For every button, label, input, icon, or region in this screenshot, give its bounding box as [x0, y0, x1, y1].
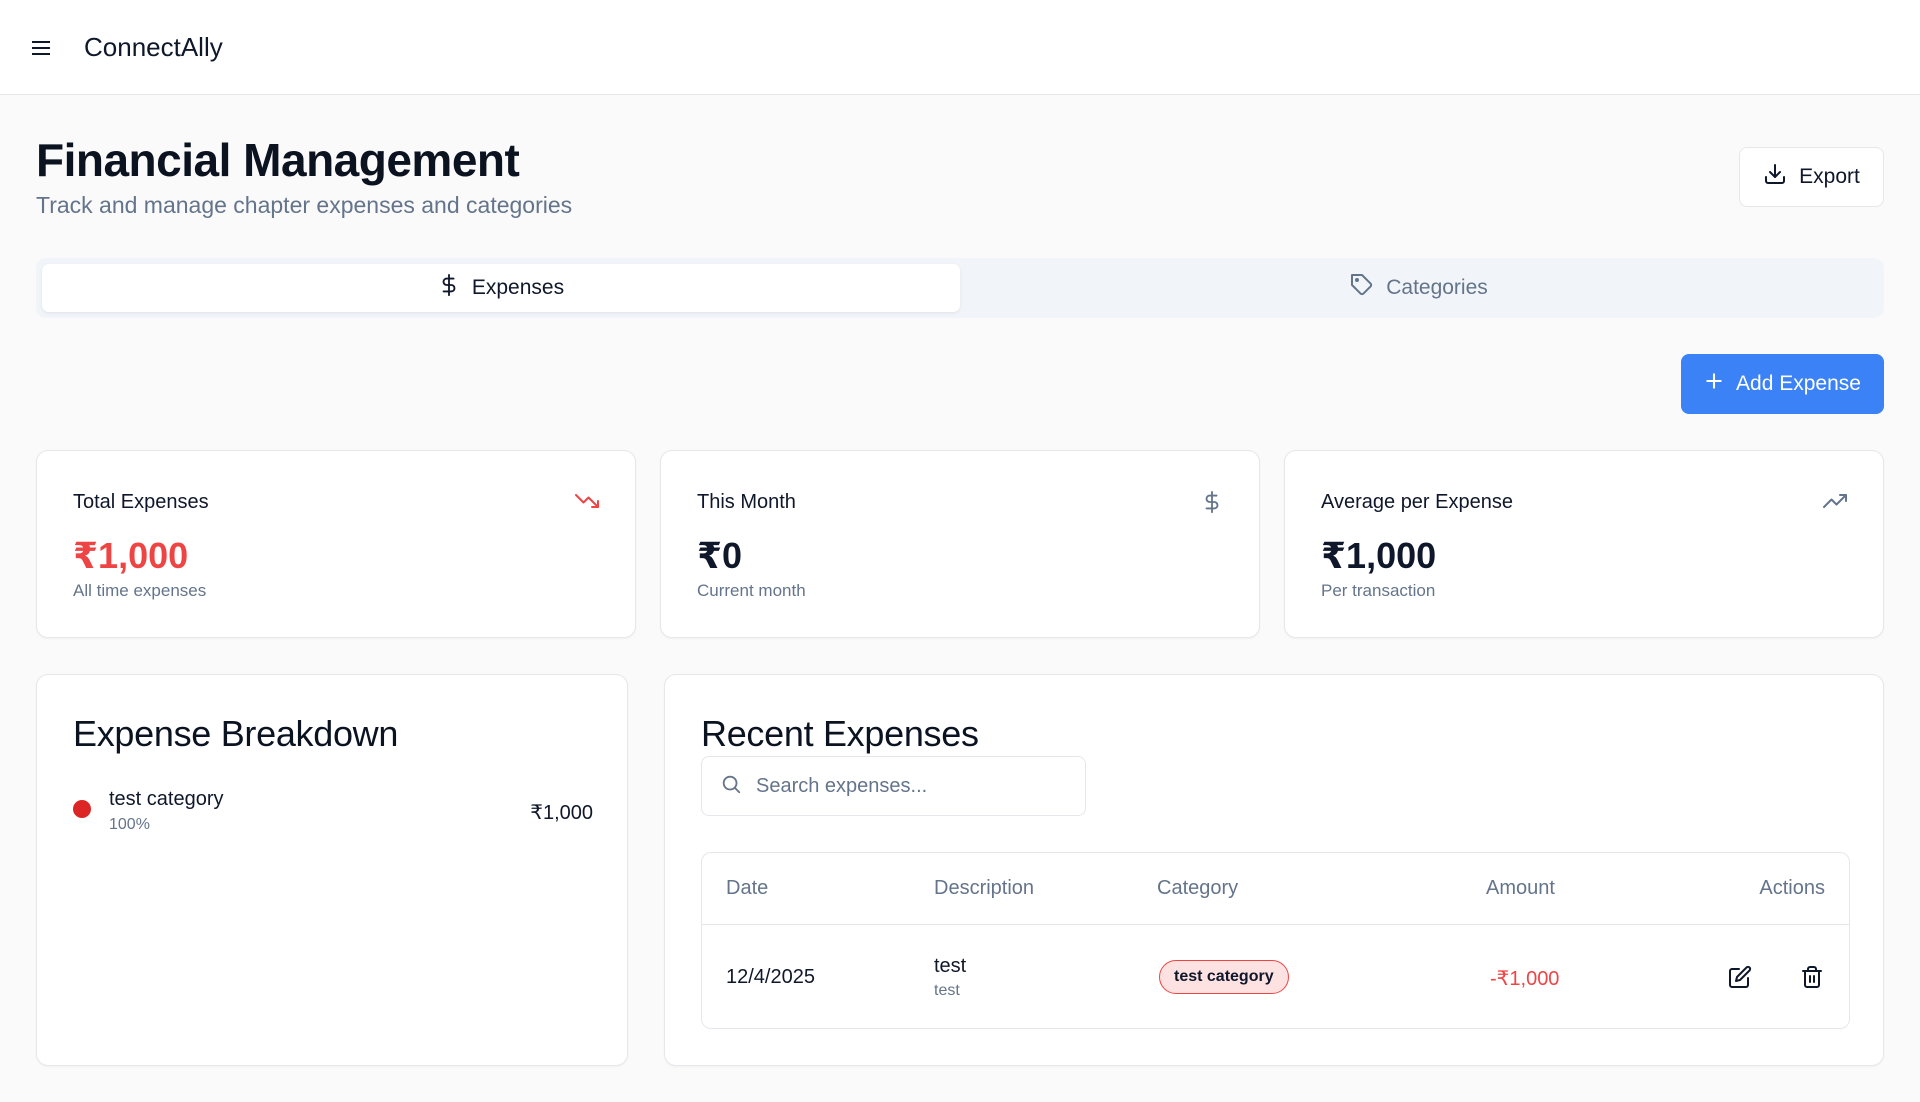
- stat-label: Total Expenses: [73, 491, 209, 513]
- page-title: Financial Management: [36, 134, 520, 186]
- app-title: ConnectAlly: [84, 32, 223, 62]
- expense-date: 12/4/2025: [726, 966, 815, 988]
- export-label: Export: [1799, 165, 1860, 188]
- stat-subtext: Per transaction: [1321, 581, 1436, 600]
- export-button[interactable]: Export: [1739, 147, 1884, 207]
- table-header: Date Description Category Amount Actions: [702, 853, 1849, 925]
- edit-icon[interactable]: [1722, 959, 1758, 995]
- stat-value: ₹1,000: [73, 535, 189, 576]
- column-header-description: Description: [934, 877, 1035, 899]
- recent-expenses-title: Recent Expenses: [701, 713, 979, 754]
- stat-subtext: All time expenses: [73, 581, 207, 600]
- trending-up-icon: [1823, 489, 1847, 518]
- table-row: 12/4/2025 test test test category -₹1,00…: [702, 926, 1849, 1028]
- download-icon: [1763, 162, 1787, 192]
- page-subtitle: Track and manage chapter expenses and ca…: [36, 192, 573, 218]
- expense-description-sub: test: [934, 982, 960, 999]
- stat-card-total-expenses: Total Expenses ₹1,000 All time expenses: [36, 450, 636, 638]
- trash-icon[interactable]: [1794, 959, 1830, 995]
- hamburger-menu-icon[interactable]: [28, 36, 56, 60]
- column-header-amount: Amount: [1486, 877, 1555, 899]
- tab-expenses-label: Expenses: [471, 276, 565, 299]
- stat-subtext: Current month: [697, 581, 806, 600]
- top-bar: ConnectAlly: [0, 0, 1920, 95]
- expense-description: test: [934, 955, 967, 977]
- dollar-icon: [438, 272, 460, 304]
- stat-value: ₹1,000: [1321, 535, 1437, 576]
- category-badge: test category: [1159, 960, 1289, 994]
- dollar-icon: [1201, 489, 1223, 520]
- plus-icon: [1704, 371, 1724, 397]
- tab-expenses[interactable]: Expenses: [42, 264, 960, 312]
- expenses-table: Date Description Category Amount Actions…: [701, 852, 1850, 1029]
- tab-categories[interactable]: Categories: [960, 264, 1878, 312]
- breakdown-percent: 100%: [109, 816, 150, 833]
- stat-value: ₹0: [697, 535, 743, 576]
- column-header-date: Date: [726, 877, 769, 899]
- stat-label: Average per Expense: [1321, 491, 1513, 513]
- add-expense-label: Add Expense: [1736, 372, 1861, 395]
- stat-card-average-per-expense: Average per Expense ₹1,000 Per transacti…: [1284, 450, 1884, 638]
- expense-breakdown-title: Expense Breakdown: [73, 713, 399, 754]
- category-color-dot: [73, 800, 91, 818]
- search-input[interactable]: [756, 774, 1056, 798]
- tab-categories-label: Categories: [1386, 276, 1488, 299]
- add-expense-button[interactable]: Add Expense: [1681, 354, 1884, 414]
- breakdown-item: test category 100% ₹1,000: [73, 788, 593, 838]
- search-icon: [720, 773, 742, 800]
- expense-breakdown-card: Expense Breakdown test category 100% ₹1,…: [36, 674, 628, 1066]
- recent-expenses-card: Recent Expenses Date Description Categor…: [664, 674, 1884, 1066]
- expense-amount: -₹1,000: [1490, 968, 1560, 990]
- column-header-actions: Actions: [1759, 877, 1825, 899]
- tag-icon: [1350, 273, 1374, 303]
- breakdown-amount: ₹1,000: [530, 802, 593, 824]
- column-header-category: Category: [1157, 877, 1239, 899]
- breakdown-category-name: test category: [109, 788, 224, 810]
- search-box: [701, 756, 1086, 816]
- tab-list: Expenses Categories: [36, 258, 1884, 318]
- stat-card-this-month: This Month ₹0 Current month: [660, 450, 1260, 638]
- trending-down-icon: [575, 489, 599, 518]
- stat-label: This Month: [697, 491, 796, 513]
